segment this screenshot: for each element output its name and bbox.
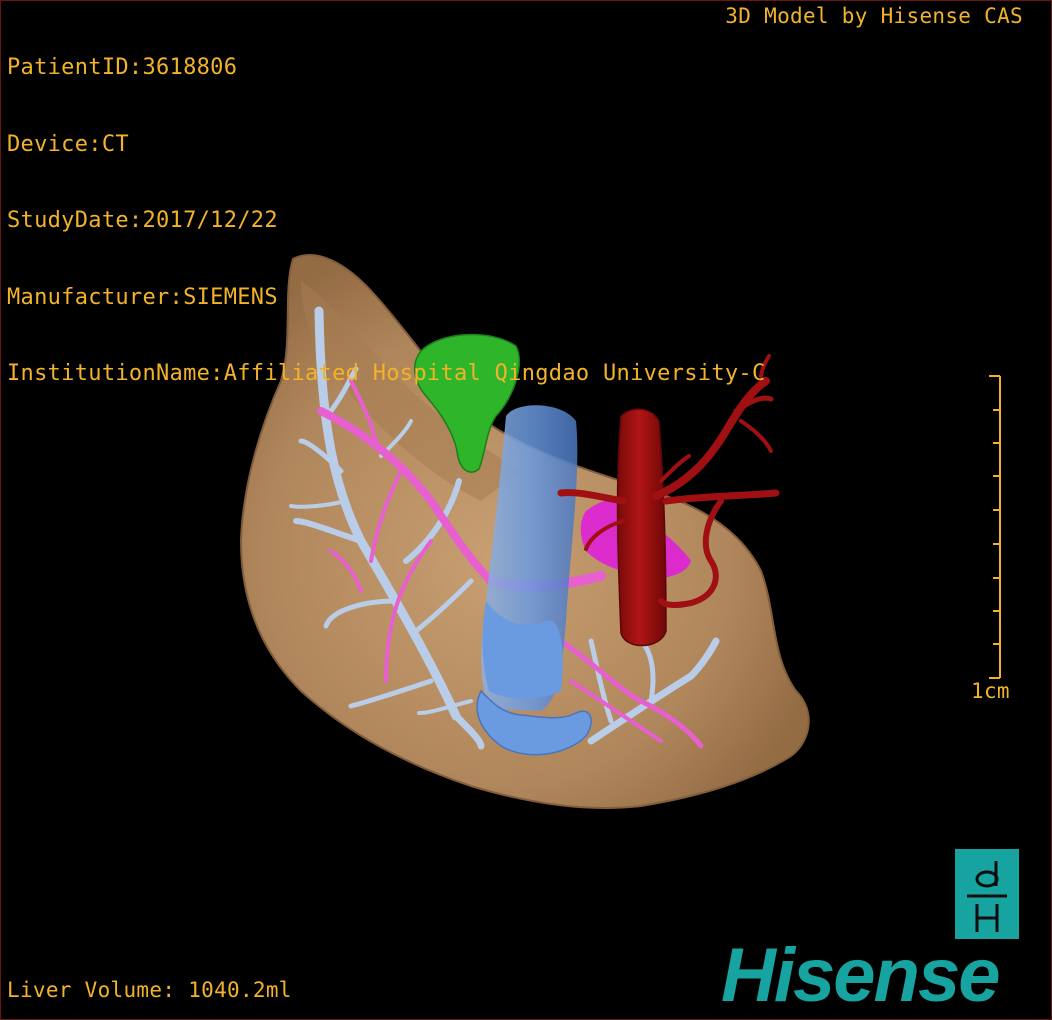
device-text: Device:CT — [7, 131, 129, 157]
study-metadata: PatientID:3618806 Device:CT StudyDate:20… — [7, 4, 766, 438]
hisense-wordmark: Hisense — [721, 933, 1000, 1018]
scale-bar — [989, 375, 1001, 679]
patient-id-text: PatientID:3618806 — [7, 55, 238, 80]
hisense-logo-icon — [955, 849, 1019, 939]
institution-text: InstitutionName:Affiliated Hospital Qing… — [7, 361, 766, 386]
liver-volume-readout: Liver Volume: 1040.2ml — [7, 977, 292, 1002]
model-caption: 3D Model by Hisense CAS — [725, 4, 1023, 28]
scale-label: 1cm — [971, 679, 1010, 703]
3d-viewer-viewport[interactable]: PatientID:3618806 Device:CT StudyDate:20… — [0, 0, 1052, 1020]
manufacturer-text: Manufacturer:SIEMENS — [7, 284, 278, 310]
study-date-text: StudyDate:2017/12/22 — [7, 208, 278, 233]
